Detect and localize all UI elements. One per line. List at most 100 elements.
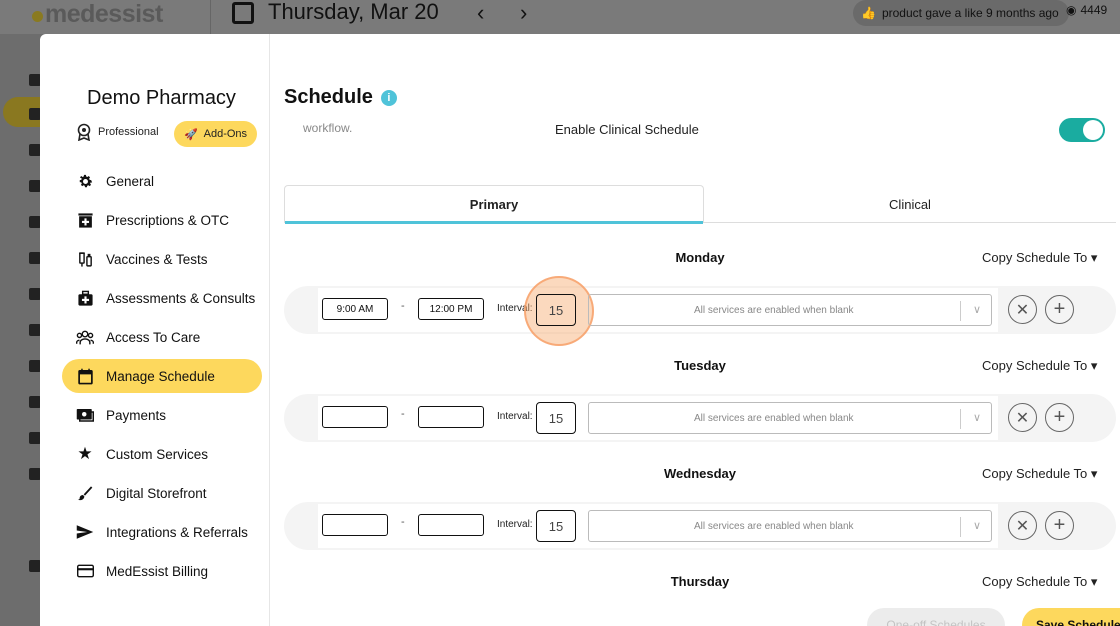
app-logo: medessist <box>32 0 163 29</box>
prev-day-button[interactable]: ‹ <box>477 0 484 26</box>
chevron-down-icon: ∨ <box>972 520 981 532</box>
pharmacy-name: Demo Pharmacy <box>87 87 236 109</box>
tab-clinical[interactable]: Clinical <box>704 185 1116 223</box>
brush-icon <box>76 484 94 502</box>
schedule-row-wednesday: - Interval: 15 All services are enabled … <box>284 502 1116 550</box>
star-icon: ★ <box>77 444 93 463</box>
payment-icon <box>76 406 94 424</box>
caret-down-icon: ▾ <box>1090 358 1098 373</box>
nav-label: Prescriptions & OTC <box>106 212 230 228</box>
nav-general[interactable]: General <box>62 164 262 198</box>
nav-digital-storefront[interactable]: Digital Storefront <box>62 476 262 510</box>
time-separator: - <box>401 408 405 420</box>
copy-schedule-button[interactable]: Copy Schedule To ▾ <box>982 250 1097 266</box>
copy-schedule-button[interactable]: Copy Schedule To ▾ <box>982 574 1097 590</box>
nav-label: Access To Care <box>106 329 201 345</box>
end-time-input[interactable] <box>418 406 484 428</box>
pharmacy-icon <box>76 211 94 229</box>
nav-label: Digital Storefront <box>106 485 207 501</box>
copy-label: Copy Schedule To <box>982 358 1088 373</box>
caret-down-icon: ▾ <box>1090 466 1098 481</box>
end-time-input[interactable]: 12:00 PM <box>418 298 484 320</box>
nav-integrations[interactable]: Integrations & Referrals <box>62 515 262 549</box>
interval-input[interactable]: 15 <box>536 294 576 326</box>
start-time-input[interactable] <box>322 514 388 536</box>
copy-label: Copy Schedule To <box>982 574 1088 589</box>
nav-label: Assessments & Consults <box>106 290 256 306</box>
one-off-schedules-button[interactable]: One-off Schedules <box>867 608 1005 626</box>
start-time-input[interactable] <box>322 406 388 428</box>
addons-button[interactable]: 🚀 Add-Ons <box>174 121 257 147</box>
remove-slot-button[interactable]: ✕ <box>1008 403 1037 432</box>
nav-label: General <box>106 173 155 189</box>
copy-schedule-button[interactable]: Copy Schedule To ▾ <box>982 466 1097 482</box>
services-placeholder: All services are enabled when blank <box>694 520 854 532</box>
services-select[interactable]: All services are enabled when blank ∨ <box>588 294 992 326</box>
interval-input[interactable]: 15 <box>536 402 576 434</box>
toggle-knob <box>1083 120 1103 140</box>
add-slot-button[interactable]: + <box>1045 511 1074 540</box>
interval-input[interactable]: 15 <box>536 510 576 542</box>
clinical-toggle-label: Enable Clinical Schedule <box>555 122 699 137</box>
nav-prescriptions[interactable]: Prescriptions & OTC <box>62 203 262 237</box>
workflow-text: workflow. <box>303 121 353 135</box>
nav-assessments[interactable]: Assessments & Consults <box>62 281 262 315</box>
tab-primary[interactable]: Primary <box>284 185 704 224</box>
eye-icon: ◉ <box>1066 3 1077 17</box>
interval-label: Interval: <box>497 519 533 530</box>
copy-schedule-button[interactable]: Copy Schedule To ▾ <box>982 358 1097 374</box>
chevron-down-icon: ∨ <box>972 304 981 316</box>
nav-medessist-billing[interactable]: MedEssist Billing <box>62 554 262 588</box>
header-divider <box>210 0 211 34</box>
start-time-input[interactable]: 9:00 AM <box>322 298 388 320</box>
settings-modal: Demo Pharmacy Professional 🚀 Add-Ons Gen… <box>40 34 1120 626</box>
medkit-icon <box>76 289 94 307</box>
settings-nav: General Prescriptions & OTC Vaccines & T… <box>62 164 262 593</box>
nav-manage-schedule[interactable]: Manage Schedule <box>62 359 262 393</box>
interval-label: Interval: <box>497 411 533 422</box>
schedule-tabs: Primary Clinical <box>284 185 1116 224</box>
title-text: Schedule <box>284 86 373 108</box>
gear-icon <box>76 172 94 190</box>
schedule-row-tuesday: - Interval: 15 All services are enabled … <box>284 394 1116 442</box>
services-placeholder: All services are enabled when blank <box>694 304 854 316</box>
services-placeholder: All services are enabled when blank <box>694 412 854 424</box>
nav-access-to-care[interactable]: Access To Care <box>62 320 262 354</box>
info-icon[interactable]: i <box>380 89 397 106</box>
app-side-rail <box>0 34 43 626</box>
services-select[interactable]: All services are enabled when blank ∨ <box>588 402 992 434</box>
end-time-input[interactable] <box>418 514 484 536</box>
add-slot-button[interactable]: + <box>1045 295 1074 324</box>
add-slot-button[interactable]: + <box>1045 403 1074 432</box>
select-divider <box>960 409 961 429</box>
nav-payments[interactable]: Payments <box>62 398 262 432</box>
schedule-panel: Schedule i workflow. Enable Clinical Sch… <box>284 34 1120 626</box>
caret-down-icon: ▾ <box>1090 250 1098 265</box>
header-date: Thursday, Mar 20 <box>268 0 439 24</box>
plan-label: Professional <box>98 126 159 138</box>
services-select[interactable]: All services are enabled when blank ∨ <box>588 510 992 542</box>
next-day-button[interactable]: › <box>520 0 527 26</box>
nav-vaccines[interactable]: Vaccines & Tests <box>62 242 262 276</box>
select-divider <box>960 517 961 537</box>
people-icon <box>76 328 94 346</box>
nav-label: Integrations & Referrals <box>106 524 248 540</box>
calendar-icon <box>76 367 94 385</box>
time-separator: - <box>401 300 405 312</box>
send-icon <box>76 523 94 541</box>
thumbs-up-icon: 👍 <box>861 6 876 20</box>
clinical-schedule-toggle[interactable] <box>1059 118 1105 142</box>
save-schedule-button[interactable]: Save Schedule <box>1022 608 1120 626</box>
activity-text: product gave a like 9 months ago <box>881 6 1059 20</box>
rocket-icon: 🚀 <box>183 128 198 141</box>
remove-slot-button[interactable]: ✕ <box>1008 295 1037 324</box>
copy-label: Copy Schedule To <box>982 466 1088 481</box>
remove-slot-button[interactable]: ✕ <box>1008 511 1037 540</box>
page-title: Schedule i <box>284 86 397 109</box>
activity-pill: 👍 product gave a like 9 months ago <box>853 0 1069 26</box>
plan-badge: Professional <box>76 123 159 141</box>
nav-label: Payments <box>106 407 167 423</box>
time-separator: - <box>401 516 405 528</box>
syringe-icon <box>76 250 94 268</box>
nav-custom-services[interactable]: ★ Custom Services <box>62 437 262 471</box>
